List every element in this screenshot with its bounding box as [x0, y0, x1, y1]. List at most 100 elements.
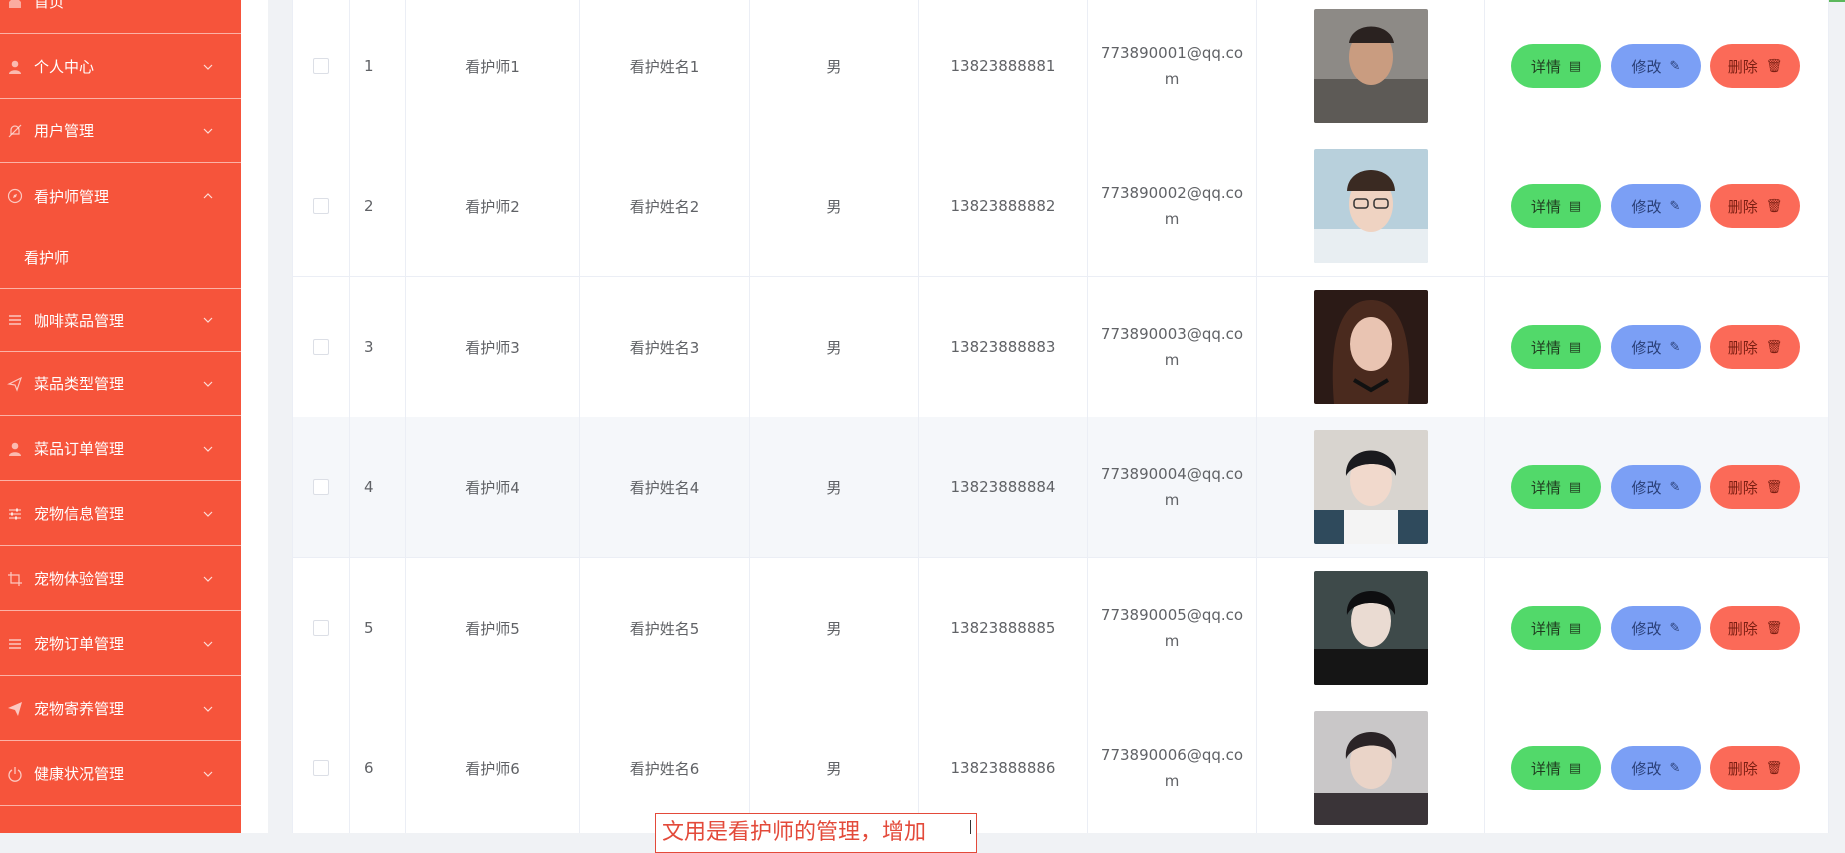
detail-button[interactable]: 详情 ▤: [1511, 465, 1601, 509]
sidebar-item-pet-experience-management[interactable]: 宠物体验管理: [0, 547, 241, 611]
edit-button[interactable]: 修改 ✎: [1611, 325, 1701, 369]
sidebar-item-dish-order-management[interactable]: 菜品订单管理: [0, 417, 241, 481]
sidebar-item-label: 个人中心: [34, 58, 95, 76]
sidebar-item-more[interactable]: [0, 807, 241, 833]
sidebar-subitem-caregiver[interactable]: 看护师: [0, 232, 241, 282]
chevron-down-icon: [201, 446, 215, 452]
sidebar-item-coffee-dish-management[interactable]: 咖啡菜品管理: [0, 288, 241, 352]
crop-icon: [6, 570, 24, 588]
edit-label: 修改: [1631, 338, 1662, 357]
row-checkbox[interactable]: [313, 58, 329, 74]
delete-button[interactable]: 删除 🗑: [1710, 606, 1800, 650]
photo-cell: [1257, 698, 1485, 833]
delete-button[interactable]: 删除 🗑: [1710, 44, 1800, 88]
gender-cell: 男: [750, 0, 919, 136]
sidebar-item-pet-info-management[interactable]: 宠物信息管理: [0, 482, 241, 546]
detail-button[interactable]: 详情 ▤: [1511, 325, 1601, 369]
chevron-down-icon: [201, 317, 215, 323]
pencil-icon: ✎: [1669, 620, 1681, 636]
chevron-down-icon: [201, 381, 215, 387]
sidebar-item-user-management[interactable]: 用户管理: [0, 99, 241, 163]
phone-cell: 13823888885: [919, 558, 1088, 698]
sidebar-item-label: 用户管理: [34, 122, 95, 140]
table-row[interactable]: 2 看护师2 看护姓名2 男 13823888882 773890002@qq.…: [293, 136, 1829, 277]
caregiver-table: 1 看护师1 看护姓名1 男 13823888881 773890001@qq.…: [292, 0, 1829, 833]
detail-button[interactable]: 详情 ▤: [1511, 606, 1601, 650]
account-cell: 看护师5: [406, 558, 580, 698]
sidebar-item-dish-type-management[interactable]: 菜品类型管理: [0, 352, 241, 416]
sidebar-item-health-status-management[interactable]: 健康状况管理: [0, 742, 241, 806]
delete-button[interactable]: 删除 🗑: [1710, 184, 1800, 228]
send-icon: [6, 375, 24, 393]
actions-cell: 详情 ▤ 修改 ✎ 删除 🗑: [1485, 0, 1829, 136]
edit-button[interactable]: 修改 ✎: [1611, 465, 1701, 509]
edit-button[interactable]: 修改 ✎: [1611, 606, 1701, 650]
edit-label: 修改: [1631, 57, 1662, 76]
name-cell: 看护姓名4: [580, 417, 750, 557]
actions-cell: 详情 ▤ 修改 ✎ 删除 🗑: [1485, 417, 1829, 557]
index-cell: 5: [350, 558, 406, 698]
name-cell: 看护姓名2: [580, 136, 750, 276]
chevron-down-icon: [201, 771, 215, 777]
detail-label: 详情: [1530, 57, 1561, 76]
detail-label: 详情: [1530, 338, 1561, 357]
checkbox-cell: [293, 698, 350, 833]
delete-button[interactable]: 删除 🗑: [1710, 465, 1800, 509]
edit-button[interactable]: 修改 ✎: [1611, 44, 1701, 88]
text-cursor: [970, 820, 971, 834]
table-row[interactable]: 1 看护师1 看护姓名1 男 13823888881 773890001@qq.…: [293, 0, 1829, 137]
chevron-down-icon: [201, 576, 215, 582]
row-checkbox[interactable]: [313, 620, 329, 636]
sidebar-item-label: 看护师管理: [34, 187, 110, 206]
delete-button[interactable]: 删除 🗑: [1710, 746, 1800, 790]
email-cell: 773890006@qq.com: [1088, 698, 1257, 833]
row-checkbox[interactable]: [313, 339, 329, 355]
detail-button[interactable]: 详情 ▤: [1511, 746, 1601, 790]
account-cell: 看护师6: [406, 698, 580, 833]
edit-button[interactable]: 修改 ✎: [1611, 184, 1701, 228]
table-row[interactable]: 6 看护师6 看护姓名6 男 13823888886 773890006@qq.…: [293, 698, 1829, 833]
phone-cell: 13823888882: [919, 136, 1088, 276]
sidebar-item-label: 咖啡菜品管理: [34, 311, 125, 330]
edit-button[interactable]: 修改 ✎: [1611, 746, 1701, 790]
email-cell: 773890001@qq.com: [1088, 0, 1257, 136]
checkbox-cell: [293, 277, 350, 417]
gender-cell: 男: [750, 558, 919, 698]
caregiver-photo[interactable]: [1313, 9, 1428, 123]
phone-cell: 13823888884: [919, 417, 1088, 557]
pencil-icon: ✎: [1669, 58, 1681, 74]
sidebar-item-label: 首页: [34, 0, 65, 11]
caregiver-photo[interactable]: [1313, 430, 1428, 544]
caregiver-photo[interactable]: [1313, 290, 1428, 404]
caregiver-photo[interactable]: [1313, 571, 1428, 685]
sidebar-item-label: 宠物寄养管理: [34, 700, 125, 718]
detail-button[interactable]: 详情 ▤: [1511, 184, 1601, 228]
caregiver-photo[interactable]: [1313, 711, 1428, 825]
table-row[interactable]: 3 看护师3 看护姓名3 男 13823888883 773890003@qq.…: [293, 277, 1829, 418]
delete-button[interactable]: 删除 🗑: [1710, 325, 1800, 369]
chevron-down-icon: [201, 64, 215, 70]
document-icon: ▤: [1568, 339, 1582, 355]
table-row[interactable]: 5 看护师5 看护姓名5 男 13823888885 773890005@qq.…: [293, 558, 1829, 699]
document-icon: ▤: [1568, 479, 1582, 495]
sidebar-item-home[interactable]: 首页: [0, 0, 241, 34]
sidebar-item-personal-center[interactable]: 个人中心: [0, 35, 241, 99]
sidebar-item-pet-boarding-management[interactable]: 宠物寄养管理: [0, 677, 241, 741]
sidebar-item-label: 宠物订单管理: [34, 635, 125, 653]
row-checkbox[interactable]: [313, 479, 329, 495]
checkbox-cell: [293, 417, 350, 557]
sidebar-item-label: 菜品订单管理: [34, 440, 125, 458]
document-icon: ▤: [1568, 620, 1582, 636]
detail-button[interactable]: 详情 ▤: [1511, 44, 1601, 88]
actions-cell: 详情 ▤ 修改 ✎ 删除 🗑: [1485, 136, 1829, 276]
table-row[interactable]: 4 看护师4 看护姓名4 男 13823888884 773890004@qq.…: [293, 417, 1829, 558]
document-icon: ▤: [1568, 760, 1582, 776]
user-icon: [6, 440, 24, 458]
row-checkbox[interactable]: [313, 760, 329, 776]
sidebar-item-pet-order-management[interactable]: 宠物订单管理: [0, 612, 241, 676]
caregiver-photo[interactable]: [1313, 149, 1428, 263]
list-icon: [6, 311, 24, 329]
sidebar-item-caregiver-management[interactable]: 看护师管理: [0, 164, 241, 228]
row-checkbox[interactable]: [313, 198, 329, 214]
chevron-down-icon: [201, 706, 215, 712]
